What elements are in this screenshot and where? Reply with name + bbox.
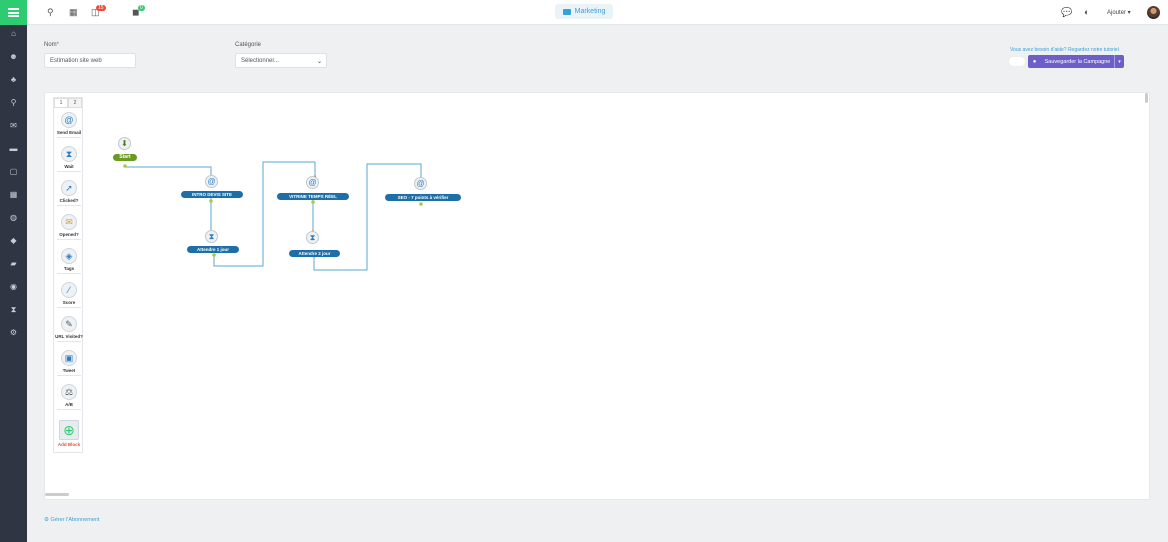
video-icon[interactable]: ▬	[9, 145, 18, 153]
chevron-down-icon: ⌄	[316, 59, 322, 65]
chat-bubbles-icon[interactable]: 💬	[1061, 8, 1072, 17]
wait-node-icon[interactable]: ⧗	[205, 230, 218, 243]
module-name: Marketing	[574, 8, 606, 15]
document-icon[interactable]: ▢	[9, 168, 18, 176]
hamburger-menu-icon[interactable]	[0, 0, 27, 25]
manage-subscription-link[interactable]: ⚙ Gérer l'Abonnement	[44, 517, 100, 523]
notifications-badge: 15	[96, 5, 106, 11]
calendar-side-icon[interactable]: ▦	[9, 191, 18, 199]
avatar[interactable]	[1147, 6, 1160, 19]
settings-icon[interactable]: ⚙	[9, 329, 18, 337]
save-campaign-button[interactable]: ● Sauvegarder la Campagne ▾	[1028, 55, 1124, 68]
home-icon[interactable]: ⌂	[9, 30, 18, 38]
tasks-badge: 0	[138, 5, 145, 11]
email-node-seo[interactable]: SEO - 7 points à vérifier	[385, 194, 461, 201]
wait-node-1-day[interactable]: Attendre 1 jour	[187, 246, 239, 253]
name-label: Nom*	[44, 42, 60, 48]
add-dropdown[interactable]: Ajouter ▾	[1107, 9, 1131, 16]
contacts-icon[interactable]: ☻	[9, 53, 18, 61]
category-selected-value: Sélectionner...	[241, 57, 280, 64]
save-label: Sauvegarder la Campagne	[1044, 58, 1111, 65]
tutorial-link[interactable]: Vous avez besoin d'aide? Regardez notre …	[1010, 47, 1119, 53]
start-node[interactable]: Start	[113, 154, 137, 161]
globe-icon[interactable]: ◍	[9, 214, 18, 222]
chat-icon[interactable]: ▰	[9, 260, 18, 268]
save-dropdown-icon[interactable]: ▾	[1114, 55, 1124, 68]
subscription-link-label: Gérer l'Abonnement	[50, 517, 100, 523]
module-switcher[interactable]: Marketing	[555, 4, 613, 19]
hourglass-side-icon[interactable]: ⧗	[9, 306, 18, 314]
email-node-vitrine[interactable]: VITRINE TEMPS RÉEL	[277, 193, 349, 200]
bell-icon[interactable]: ◆	[9, 237, 18, 245]
start-arrow-icon[interactable]: ⬇	[118, 137, 131, 150]
calendar-icon[interactable]: ▦	[69, 8, 78, 17]
left-sidebar: ⌂ ☻ ♣ ⚲ ✉ ▬ ▢ ▦ ◍ ◆ ▰ ◉ ⧗ ⚙	[0, 0, 27, 542]
category-select[interactable]: Sélectionner... ⌄	[235, 53, 327, 68]
mail-icon[interactable]: ✉	[9, 122, 18, 130]
wait-node-2-days[interactable]: Attendre 2 jour	[289, 250, 340, 257]
eye-icon[interactable]: ◉	[9, 283, 18, 291]
workflow-canvas[interactable]: 1 2 @ Send Email ⧗ Wait ➚ Clicked? ✉ Ope…	[44, 92, 1150, 500]
campaign-toggle[interactable]	[1009, 57, 1025, 66]
category-label: Catégorie	[235, 42, 262, 48]
module-icon	[562, 8, 571, 15]
flow-connectors	[123, 161, 423, 271]
org-chart-icon[interactable]: ♣	[9, 76, 18, 84]
add-label: Ajouter	[1107, 10, 1127, 16]
email-node-icon[interactable]: @	[306, 176, 319, 189]
save-icon: ●	[1032, 58, 1037, 65]
wait-node-icon[interactable]: ⧗	[306, 231, 319, 244]
campaign-name-field[interactable]: Estimation site web	[44, 53, 136, 68]
search-tool-icon[interactable]: ⚲	[9, 99, 18, 107]
top-bar: ⚲ ▦ ◫ 15 ◼ 0 Marketing 💬 ◐ Ajouter ▾	[27, 0, 1168, 25]
search-icon[interactable]: ⚲	[47, 8, 54, 17]
email-node-icon[interactable]: @	[414, 177, 427, 190]
email-node-icon[interactable]: @	[205, 175, 218, 188]
contrast-icon[interactable]: ◐	[1084, 8, 1089, 17]
email-node-intro-devis[interactable]: INTRO DEVIS SITE	[181, 191, 243, 198]
